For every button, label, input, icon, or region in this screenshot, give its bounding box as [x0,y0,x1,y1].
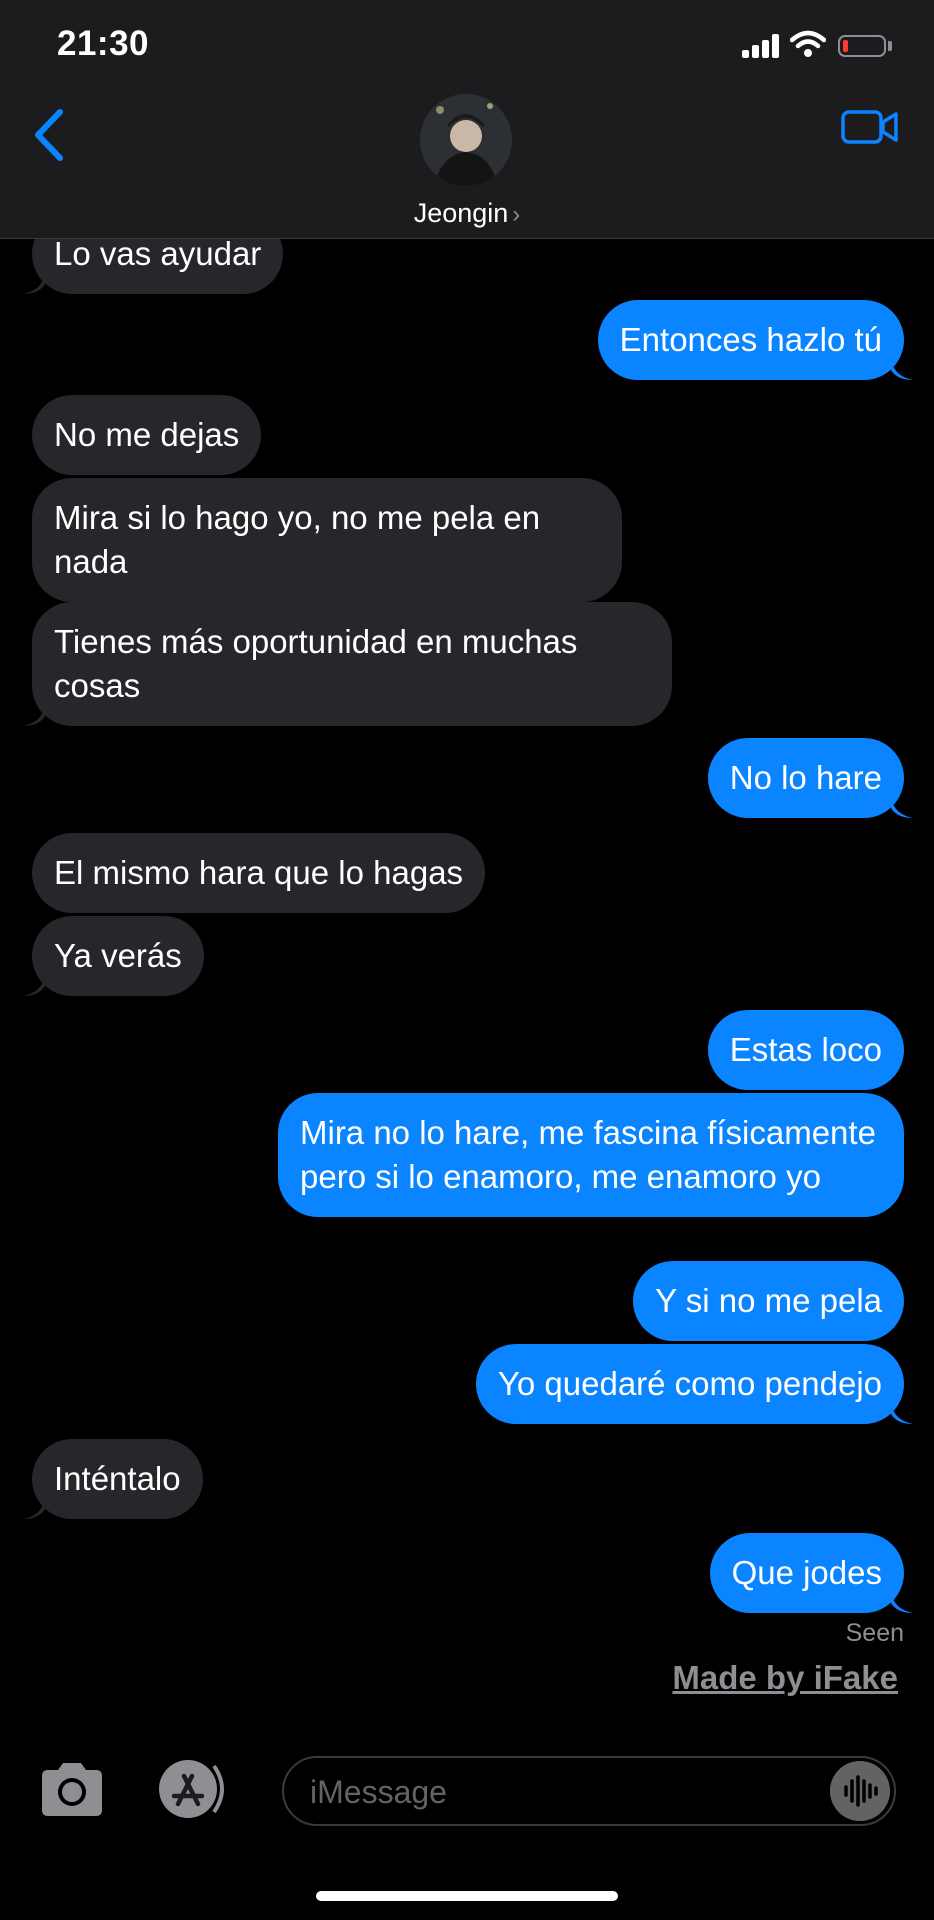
conversation-header: Jeongin › [0,90,934,239]
camera-icon[interactable] [36,1760,108,1818]
message-bubble-outgoing[interactable]: Que jodes [709,1533,913,1613]
video-camera-icon[interactable] [840,102,900,152]
message-bubble-outgoing[interactable]: Mira no lo hare, me fascina físicamente … [278,1093,904,1217]
contact-name-button[interactable]: Jeongin › [0,198,934,229]
home-indicator[interactable] [316,1891,618,1901]
status-bar: 21:30 [0,0,934,90]
message-thread[interactable]: Lo vas ayudar Entonces hazlo tú No me de… [0,238,934,1738]
message-bubble-incoming[interactable]: Inténtalo [23,1439,203,1519]
message-bubble-outgoing[interactable]: Yo quedaré como pendejo [475,1344,913,1424]
imessage-placeholder: iMessage [310,1774,447,1810]
app-store-icon[interactable] [152,1758,236,1820]
message-bubble-outgoing[interactable]: No lo hare [707,738,913,818]
message-bubble-incoming[interactable]: Tienes más oportunidad en muchas cosas [23,602,672,726]
message-bubble-outgoing[interactable]: Entonces hazlo tú [597,300,913,380]
message-bubble-incoming[interactable]: El mismo hara que lo hagas [32,833,486,913]
imessage-input[interactable]: iMessage [282,1756,896,1826]
contact-name: Jeongin [413,198,509,228]
battery-icon [838,35,886,57]
chevron-right-icon: › [512,201,521,228]
message-bubble-incoming[interactable]: Lo vas ayudar [23,238,284,294]
contact-avatar[interactable] [420,94,512,186]
wifi-icon [790,30,826,57]
watermark-link[interactable]: Made by iFake [672,1659,898,1697]
read-receipt: Seen [845,1619,904,1647]
signal-icon [742,34,780,58]
message-bubble-outgoing[interactable]: Y si no me pela [633,1261,904,1341]
status-time: 21:30 [57,24,150,63]
message-bubble-incoming[interactable]: Mira si lo hago yo, no me pela en nada [32,478,622,602]
message-bubble-outgoing[interactable]: Estas loco [707,1010,904,1090]
composer-bar: iMessage [0,1738,934,1920]
waveform-icon[interactable] [830,1761,890,1821]
message-bubble-incoming[interactable]: Ya verás [23,916,204,996]
chevron-left-icon[interactable] [28,100,88,170]
message-bubble-incoming[interactable]: No me dejas [32,395,262,475]
